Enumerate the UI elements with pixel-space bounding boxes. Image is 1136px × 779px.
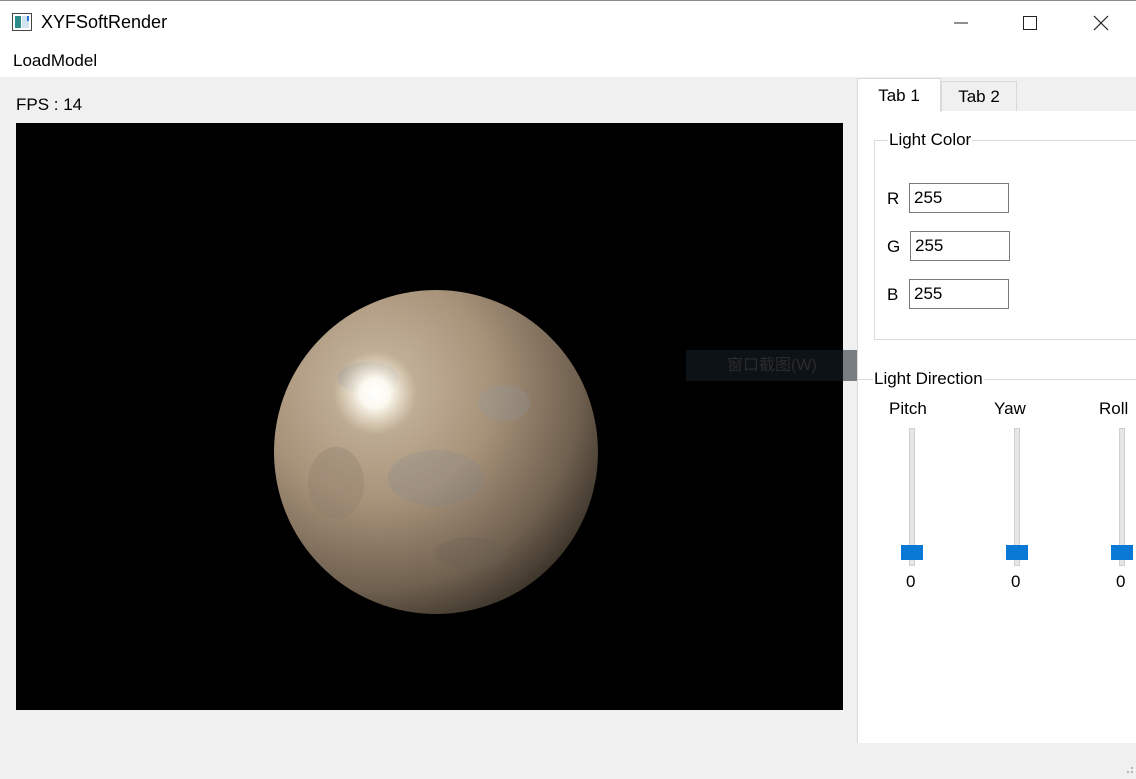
b-label: B <box>887 285 899 304</box>
maximize-icon <box>1023 16 1037 30</box>
resize-grip-icon[interactable] <box>1124 761 1134 773</box>
title-bar: XYFSoftRender <box>0 0 1136 44</box>
window-title: XYFSoftRender <box>41 12 168 32</box>
pitch-label: Pitch <box>889 399 927 418</box>
roll-value: 0 <box>1116 572 1126 591</box>
tab-2[interactable]: Tab 2 <box>941 81 1017 111</box>
rendered-sphere <box>274 290 598 614</box>
r-label: R <box>887 189 900 208</box>
yaw-slider-handle[interactable] <box>1006 545 1028 560</box>
tab-1[interactable]: Tab 1 <box>857 78 941 112</box>
light-direction-title: Light Direction <box>873 369 984 389</box>
fps-counter: FPS : 14 <box>16 95 83 114</box>
menu-load-model[interactable]: LoadModel <box>13 51 97 71</box>
g-input[interactable] <box>910 231 1010 261</box>
yaw-label: Yaw <box>994 399 1026 418</box>
close-button[interactable] <box>1078 1 1124 45</box>
g-label: G <box>887 237 901 256</box>
pitch-value: 0 <box>906 572 916 591</box>
b-input[interactable] <box>909 279 1009 309</box>
pitch-slider-handle[interactable] <box>901 545 923 560</box>
roll-label: Roll <box>1099 399 1129 418</box>
minimize-icon <box>954 22 968 24</box>
app-icon <box>12 13 32 31</box>
settings-panel: Tab 2 Tab 1 Light Color R G B Light Dire… <box>857 77 1136 773</box>
render-viewport[interactable] <box>16 123 843 710</box>
r-input[interactable] <box>909 183 1009 213</box>
maximize-button[interactable] <box>1007 1 1053 45</box>
yaw-value: 0 <box>1011 572 1021 591</box>
minimize-button[interactable] <box>938 1 984 45</box>
menu-bar: LoadModel <box>0 44 1136 77</box>
close-icon <box>1093 15 1109 31</box>
roll-slider-handle[interactable] <box>1111 545 1133 560</box>
light-color-title: Light Color <box>888 130 973 150</box>
